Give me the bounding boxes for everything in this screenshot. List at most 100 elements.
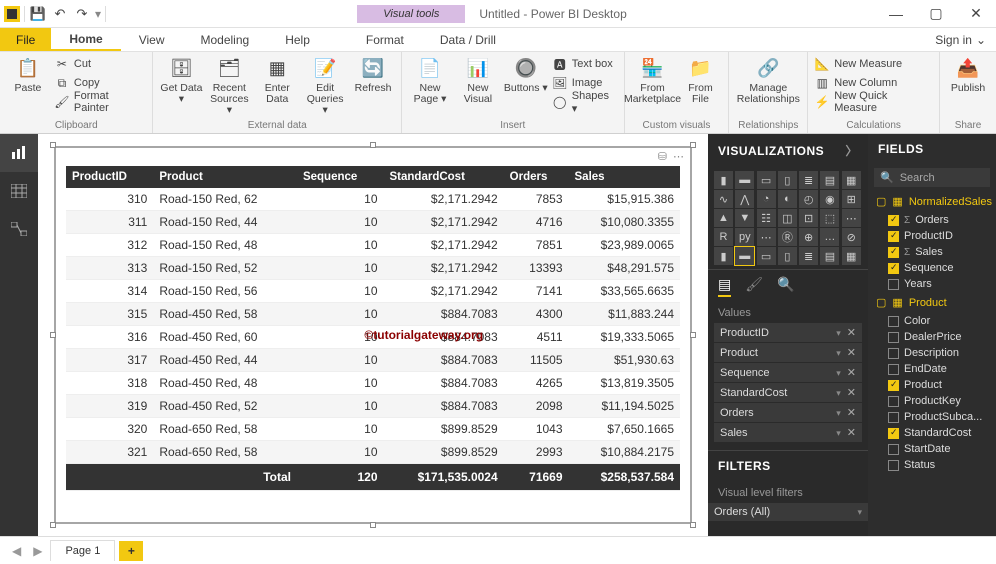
view-tab[interactable]: View [121, 28, 183, 51]
fields-search-input[interactable]: 🔍Search [874, 168, 990, 187]
table-row[interactable]: 313Road-150 Red, 5210$2,171.294213393$48… [66, 257, 680, 280]
visual-more-icon[interactable]: ⋯ [673, 150, 684, 163]
sign-in-link[interactable]: Sign in⌄ [925, 28, 996, 51]
field-checkbox[interactable] [888, 444, 899, 455]
value-well-item[interactable]: StandardCost▾✕ [714, 383, 862, 402]
value-well-item[interactable]: Orders▾✕ [714, 403, 862, 422]
collapse-viz-icon[interactable]: 〉 [845, 142, 858, 159]
filter-item-orders[interactable]: Orders (All)▾ [708, 503, 868, 521]
buttons-button[interactable]: 🔘Buttons ▾ [504, 55, 548, 94]
field-item[interactable]: ΣOrders [868, 212, 996, 228]
paste-button[interactable]: 📋Paste [6, 55, 50, 94]
report-canvas[interactable]: ⛁ ⋯ ProductIDProductSequenceStandardCost… [38, 134, 708, 536]
viz-type-icon[interactable]: ⊕ [799, 228, 818, 246]
viz-type-icon[interactable]: ▤ [820, 247, 839, 265]
column-header[interactable]: Orders [504, 166, 569, 188]
maximize-button[interactable]: ▢ [916, 0, 956, 28]
field-checkbox[interactable] [888, 380, 899, 391]
viz-type-icon[interactable]: ◴ [799, 190, 818, 208]
viz-type-icon[interactable]: … [820, 228, 839, 246]
viz-type-icon[interactable]: ≣ [799, 171, 818, 189]
model-view-button[interactable] [0, 210, 38, 248]
redo-icon[interactable]: ↷ [71, 4, 93, 24]
get-data-button[interactable]: 🗄Get Data ▾ [159, 55, 203, 105]
refresh-button[interactable]: 🔄Refresh [351, 55, 395, 94]
from-file-button[interactable]: 📁From File [679, 55, 723, 105]
undo-icon[interactable]: ↶ [49, 4, 71, 24]
viz-type-icon[interactable]: ▮ [714, 247, 733, 265]
viz-type-icon[interactable]: ⊘ [842, 228, 861, 246]
modeling-tab[interactable]: Modeling [182, 28, 267, 51]
minimize-button[interactable]: — [876, 0, 916, 28]
viz-type-icon[interactable]: ⋯ [757, 228, 776, 246]
field-checkbox[interactable] [888, 348, 899, 359]
field-item[interactable]: Description [868, 345, 996, 361]
cut-button[interactable]: ✂Cut [54, 55, 147, 73]
field-item[interactable]: Sequence [868, 260, 996, 276]
column-header[interactable]: Sequence [297, 166, 384, 188]
field-checkbox[interactable] [888, 279, 899, 290]
field-checkbox[interactable] [888, 215, 899, 226]
viz-type-icon[interactable]: ⋯ [842, 209, 861, 227]
viz-type-icon[interactable]: ⊡ [799, 209, 818, 227]
field-checkbox[interactable] [888, 316, 899, 327]
field-checkbox[interactable] [888, 460, 899, 471]
manage-relationships-button[interactable]: 🔗Manage Relationships [735, 55, 801, 105]
close-button[interactable]: ✕ [956, 0, 996, 28]
field-item[interactable]: ProductSubca... [868, 409, 996, 425]
viz-type-icon[interactable]: ▮ [714, 171, 733, 189]
report-view-button[interactable] [0, 134, 38, 172]
viz-type-icon[interactable]: py [735, 228, 754, 246]
new-quick-measure-button[interactable]: ⚡New Quick Measure [814, 93, 933, 111]
field-item[interactable]: StartDate [868, 441, 996, 457]
datadrill-tab[interactable]: Data / Drill [422, 28, 514, 51]
viz-type-icon[interactable]: R [714, 228, 733, 246]
file-menu[interactable]: File [0, 28, 51, 51]
fields-tab-icon[interactable]: ▤ [718, 276, 731, 297]
viz-type-icon[interactable]: ☷ [757, 209, 776, 227]
table-row[interactable]: 321Road-650 Red, 5810$899.85292993$10,88… [66, 441, 680, 464]
add-page-button[interactable]: + [119, 541, 143, 561]
text-box-button[interactable]: 🅰Text box [552, 55, 618, 73]
viz-type-icon[interactable]: ▤ [820, 171, 839, 189]
viz-type-icon[interactable]: ⊞ [842, 190, 861, 208]
table-row[interactable]: 318Road-450 Red, 4810$884.70834265$13,81… [66, 372, 680, 395]
new-visual-button[interactable]: 📊New Visual [456, 55, 500, 105]
column-header[interactable]: ProductID [66, 166, 153, 188]
field-item[interactable]: StandardCost [868, 425, 996, 441]
field-item[interactable]: ΣSales [868, 244, 996, 260]
viz-type-icon[interactable]: ∿ [714, 190, 733, 208]
table-row[interactable]: 311Road-150 Red, 4410$2,171.29424716$10,… [66, 211, 680, 234]
field-checkbox[interactable] [888, 247, 899, 258]
new-measure-button[interactable]: 📐New Measure [814, 55, 933, 73]
home-tab[interactable]: Home [51, 28, 120, 51]
table-row[interactable]: 319Road-450 Red, 5210$884.70832098$11,19… [66, 395, 680, 418]
viz-type-icon[interactable]: Ⓡ [778, 228, 797, 246]
field-item[interactable]: Status [868, 457, 996, 473]
field-checkbox[interactable] [888, 364, 899, 375]
format-painter-button[interactable]: 🖌Format Painter [54, 93, 147, 111]
viz-type-icon[interactable]: ▬ [735, 247, 754, 265]
visual-filter-icon[interactable]: ⛁ [658, 150, 667, 163]
data-view-button[interactable] [0, 172, 38, 210]
new-page-button[interactable]: 📄New Page ▾ [408, 55, 452, 105]
analytics-tab-icon[interactable]: 🔍 [777, 276, 794, 297]
field-item[interactable]: Years [868, 276, 996, 292]
viz-type-icon[interactable]: ◉ [820, 190, 839, 208]
viz-type-icon[interactable]: ▲ [714, 209, 733, 227]
enter-data-button[interactable]: ▦Enter Data [255, 55, 299, 105]
viz-type-icon[interactable]: ▯ [778, 171, 797, 189]
viz-type-icon[interactable]: ⋀ [735, 190, 754, 208]
tab-next-icon[interactable]: ▶ [29, 544, 46, 558]
field-checkbox[interactable] [888, 412, 899, 423]
visual-tools-tab[interactable]: Visual tools [357, 5, 465, 23]
table-row[interactable]: 315Road-450 Red, 5810$884.70834300$11,88… [66, 303, 680, 326]
format-tab[interactable]: Format [348, 28, 422, 51]
value-well-item[interactable]: ProductID▾✕ [714, 323, 862, 342]
field-checkbox[interactable] [888, 428, 899, 439]
column-header[interactable]: StandardCost [384, 166, 504, 188]
page-tab-1[interactable]: Page 1 [50, 540, 115, 561]
table-row[interactable]: 314Road-150 Red, 5610$2,171.29427141$33,… [66, 280, 680, 303]
field-item[interactable]: ProductID [868, 228, 996, 244]
table-row[interactable]: 317Road-450 Red, 4410$884.708311505$51,9… [66, 349, 680, 372]
